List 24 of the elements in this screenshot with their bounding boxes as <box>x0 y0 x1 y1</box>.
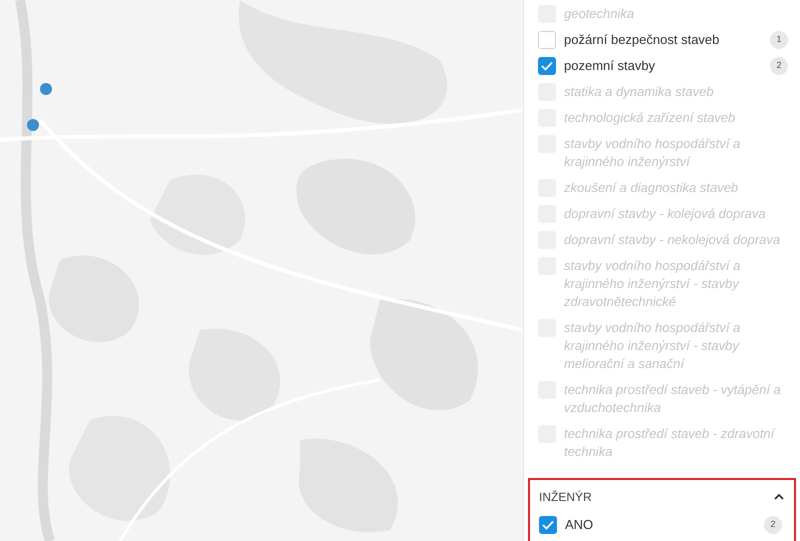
filter-label: dopravní stavby - kolejová doprava <box>564 205 767 223</box>
checkbox[interactable] <box>539 516 557 534</box>
checkbox[interactable] <box>538 31 556 49</box>
chevron-icon[interactable] <box>774 494 784 500</box>
filter-label: ANO <box>565 516 594 534</box>
count-badge: 2 <box>770 57 788 75</box>
filter-label: stavby vodního hospodářství a krajinného inženýrství - stavby zdravotnětechnické <box>564 257 742 311</box>
filter-label: technika prostředí staveb - vytápění a vzduchotechnika <box>564 381 782 417</box>
filter-label: zkoušení a diagnostika staveb <box>564 179 740 197</box>
filter-label: technika prostředí staveb - zdravotní technika <box>564 425 776 461</box>
check-icon <box>542 520 554 530</box>
filter-label: statika a dynamika staveb <box>564 83 715 101</box>
count-badge: 1 <box>770 31 788 49</box>
filter-label: stavby vodního hospodářství a krajinného inženýrství <box>564 135 742 171</box>
checkbox[interactable] <box>538 57 556 75</box>
filter-label: požární bezpečnost staveb <box>564 31 720 49</box>
section-title: INŽENÝR <box>539 489 593 506</box>
filter-label: stavby vodního hospodářství a krajinného inženýrství - stavby meliorační a sanační <box>564 319 742 373</box>
filter-label: geotechnika <box>564 5 636 23</box>
filter-label: technologická zařízení staveb <box>564 109 736 127</box>
count-badge: 2 <box>764 516 782 534</box>
filter-label: dopravní stavby - nekolejová doprava <box>564 231 782 249</box>
check-icon <box>541 61 553 71</box>
filter-label: pozemní stavby <box>564 57 656 75</box>
